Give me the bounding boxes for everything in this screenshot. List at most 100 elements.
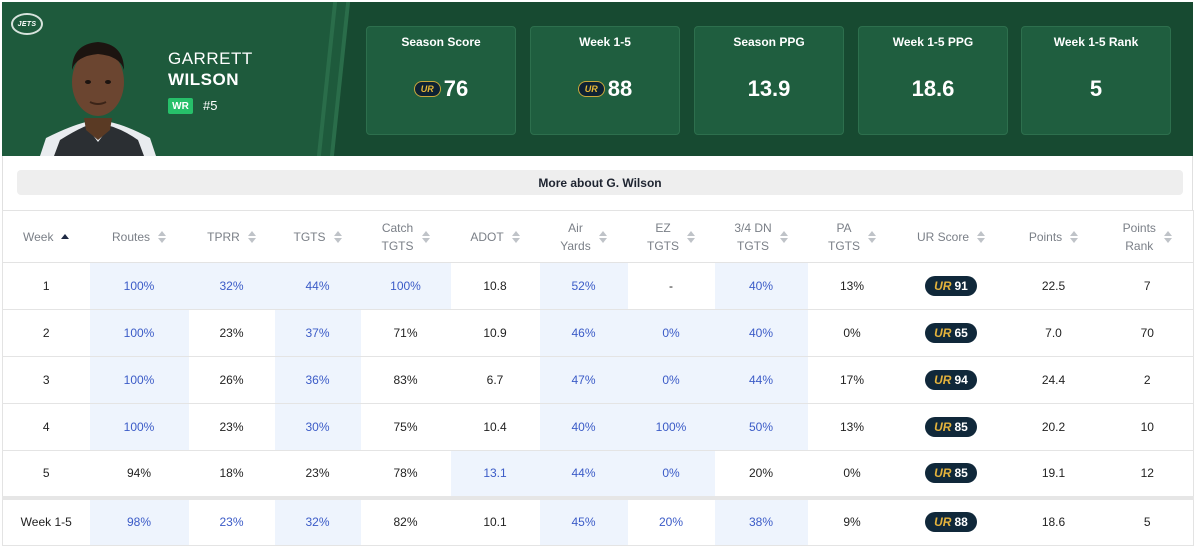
table-cell: UR 94 <box>896 356 1006 404</box>
table-cell: UR 65 <box>896 309 1006 357</box>
ur-score-value: 91 <box>954 279 968 293</box>
sort-icon[interactable] <box>511 230 520 243</box>
column-header-line: 3/4 DN <box>734 220 772 235</box>
table-cell: 38% <box>714 495 808 546</box>
table-cell: 83% <box>360 356 451 404</box>
table-cell: 30% <box>274 403 361 451</box>
column-header-label: Catch TGTS <box>382 219 414 255</box>
table-cell: 45% <box>539 495 628 546</box>
column-header-label: Air Yards <box>560 219 590 255</box>
stat-card: Week 1-5 UR 88 <box>530 26 680 135</box>
table-cell: 100% <box>89 262 189 310</box>
stat-card-number: 13.9 <box>747 76 791 101</box>
table-cell: 5 <box>2 450 90 498</box>
column-header[interactable]: TPRR <box>188 210 275 263</box>
table-cell: 36% <box>274 356 361 404</box>
sort-icon[interactable] <box>1070 230 1079 243</box>
column-header[interactable]: EZ TGTS <box>627 210 715 263</box>
column-header-label: Routes <box>112 228 150 246</box>
table-cell: 44% <box>274 262 361 310</box>
column-header-line: TGTS <box>828 238 860 253</box>
sort-icon[interactable] <box>61 234 70 239</box>
sort-icon[interactable] <box>779 230 788 243</box>
table-row: 4 100% 23% 30% 75% 10.4 40% 100% 50% 13% UR 85 20.2 1… <box>2 403 1194 451</box>
column-header-label: ADOT <box>470 228 503 246</box>
sort-icon[interactable] <box>868 230 876 243</box>
column-header-line: TPRR <box>207 229 240 244</box>
column-header[interactable]: ADOT <box>450 210 540 263</box>
column-header[interactable]: 3/4 DN TGTS <box>714 210 808 263</box>
table-cell: 19.1 <box>1005 450 1102 498</box>
ur-score-badge: UR 94 <box>925 370 977 390</box>
ur-logo-icon: UR <box>577 81 605 97</box>
stat-card: Season Score UR 76 <box>366 26 516 135</box>
column-header-line: TGTS <box>647 238 679 253</box>
stat-card-label: Week 1-5 PPG <box>892 35 974 49</box>
sort-icon[interactable] <box>421 230 430 243</box>
column-header-label: Points Rank <box>1123 219 1156 255</box>
table-cell: 17% <box>807 356 897 404</box>
sort-icon[interactable] <box>1163 230 1172 243</box>
column-header[interactable]: Week <box>2 210 90 263</box>
table-cell: 71% <box>360 309 451 357</box>
table-cell: 23% <box>274 450 361 498</box>
table-cell: 23% <box>188 403 275 451</box>
table-cell: UR 91 <box>896 262 1006 310</box>
table-cell: Week 1-5 <box>2 495 90 546</box>
column-header-line: Catch <box>381 220 414 235</box>
ur-logo-icon: UR <box>934 420 952 434</box>
table-cell: 100% <box>89 403 189 451</box>
sort-icon[interactable] <box>598 230 607 243</box>
ur-score-badge: UR 88 <box>925 512 977 533</box>
column-header[interactable]: Points Rank <box>1101 210 1194 263</box>
column-header-line: TGTS <box>381 238 414 253</box>
column-header[interactable]: Catch TGTS <box>360 210 451 263</box>
table-cell: UR 88 <box>896 495 1006 546</box>
stat-card-label: Week 1-5 <box>579 35 631 49</box>
column-header-label: PA TGTS <box>828 219 860 255</box>
column-header[interactable]: TGTS <box>274 210 361 263</box>
column-header[interactable]: UR Score <box>896 210 1006 263</box>
table-cell: 40% <box>714 262 808 310</box>
sort-icon[interactable] <box>333 230 342 243</box>
table-cell: 26% <box>188 356 275 404</box>
sort-icon[interactable] <box>158 230 167 243</box>
ur-score-value: 85 <box>954 466 968 481</box>
table-cell: 32% <box>188 262 275 310</box>
column-header-line: Points <box>1028 229 1063 244</box>
column-header-line: Air <box>568 220 583 235</box>
stat-card-number: 88 <box>607 76 633 101</box>
jersey-number: #5 <box>203 98 218 113</box>
more-about-player-button[interactable]: More about G. Wilson <box>17 170 1183 195</box>
ur-score-value: 94 <box>954 373 968 387</box>
table-cell: 18.6 <box>1005 495 1102 546</box>
column-header[interactable]: Points <box>1005 210 1102 263</box>
player-page: JETS GARRETT WILSON WR #5 Season Score UR… <box>0 0 1195 547</box>
stat-card-label: Season Score <box>401 35 481 49</box>
table-cell: 0% <box>627 309 715 357</box>
sort-icon[interactable] <box>687 230 695 243</box>
sort-icon[interactable] <box>977 230 985 243</box>
table-cell: 70 <box>1101 309 1194 357</box>
column-header[interactable]: PA TGTS <box>807 210 897 263</box>
stat-card: Season PPG 13.9 <box>694 26 844 135</box>
table-cell: 23% <box>188 495 275 546</box>
column-header[interactable]: Air Yards <box>539 210 628 263</box>
position-badge: WR <box>168 98 193 114</box>
table-cell: 50% <box>714 403 808 451</box>
table-cell: 47% <box>539 356 628 404</box>
table-cell: 10.4 <box>450 403 540 451</box>
table-cell: 24.4 <box>1005 356 1102 404</box>
table-cell: 20% <box>627 495 715 546</box>
stat-card-value: UR 88 <box>531 76 679 102</box>
ur-logo-icon: UR <box>934 373 952 387</box>
table-cell: 37% <box>274 309 361 357</box>
column-header[interactable]: Routes <box>89 210 189 263</box>
sort-icon[interactable] <box>247 230 256 243</box>
table-cell: 12 <box>1101 450 1194 498</box>
table-cell: 20% <box>714 450 808 498</box>
table-cell: 13% <box>807 262 897 310</box>
stat-card-value: UR 76 <box>367 76 515 102</box>
table-cell: 10.9 <box>450 309 540 357</box>
table-cell: 7 <box>1101 262 1194 310</box>
